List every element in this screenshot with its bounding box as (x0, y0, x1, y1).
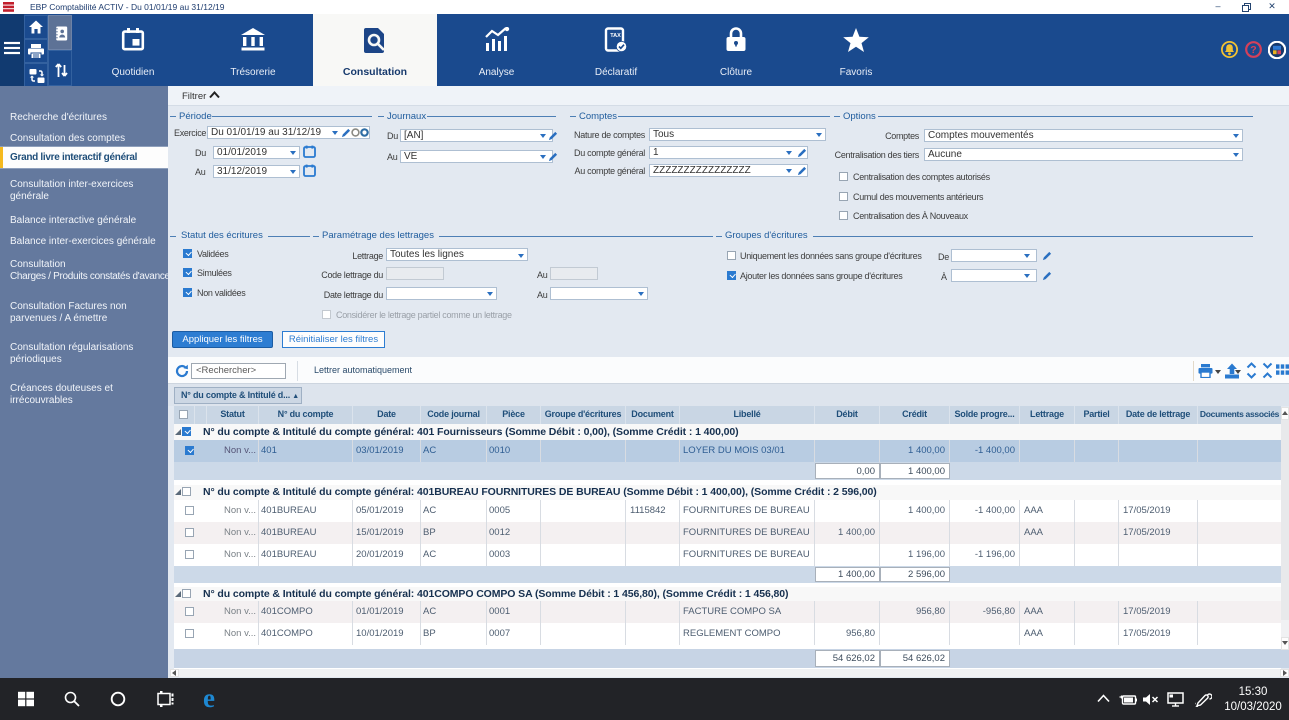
svg-text:TAX: TAX (610, 33, 621, 39)
svg-text:?: ? (1250, 44, 1256, 56)
